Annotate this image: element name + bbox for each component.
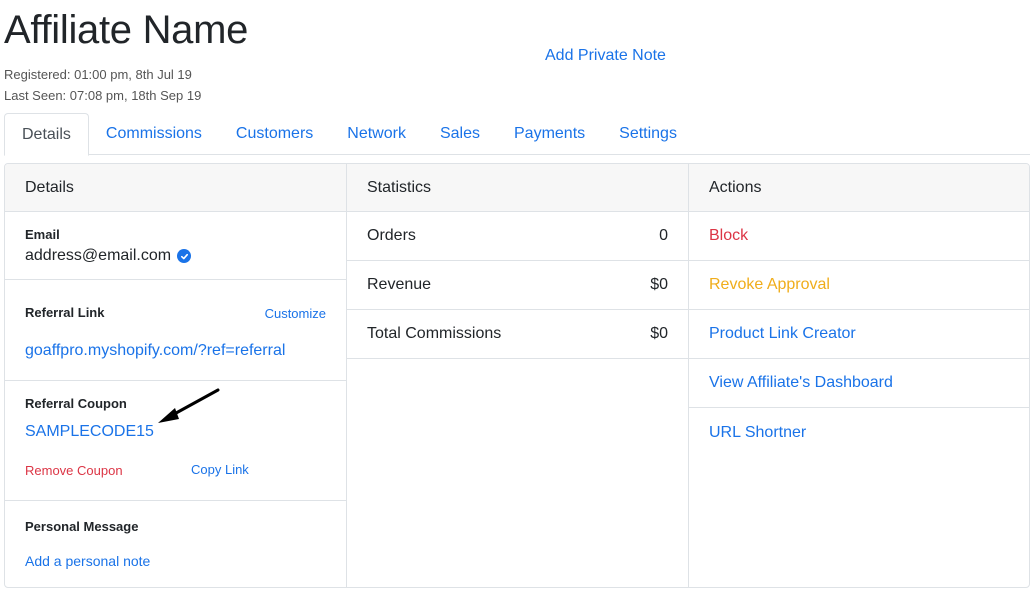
details-heading: Details bbox=[5, 164, 346, 212]
page-title: Affiliate Name bbox=[4, 8, 249, 52]
tab-commissions[interactable]: Commissions bbox=[89, 113, 219, 155]
referral-url-link[interactable]: goaffpro.myshopify.com/?ref=referral bbox=[25, 342, 285, 360]
add-private-note-link[interactable]: Add Private Note bbox=[545, 47, 666, 65]
referral-link-section: Referral Link Customize goaffpro.myshopi… bbox=[5, 280, 346, 381]
email-value-wrap: address@email.com bbox=[25, 247, 192, 265]
check-circle-icon bbox=[177, 249, 192, 263]
registered-text: Registered: 01:00 pm, 8th Jul 19 bbox=[4, 67, 192, 82]
revoke-approval-link[interactable]: Revoke Approval bbox=[709, 276, 830, 294]
remove-coupon-link[interactable]: Remove Coupon bbox=[25, 463, 123, 478]
referral-coupon-label: Referral Coupon bbox=[25, 396, 127, 411]
last-seen-text: Last Seen: 07:08 pm, 18th Sep 19 bbox=[4, 88, 202, 103]
tab-network[interactable]: Network bbox=[330, 113, 423, 155]
email-value: address@email.com bbox=[25, 247, 172, 264]
block-action-link[interactable]: Block bbox=[709, 227, 748, 245]
add-personal-note-link[interactable]: Add a personal note bbox=[25, 553, 150, 569]
personal-message-section: Personal Message Add a personal note bbox=[5, 501, 346, 587]
customize-link[interactable]: Customize bbox=[265, 306, 326, 321]
product-link-creator-link[interactable]: Product Link Creator bbox=[709, 325, 856, 343]
referral-coupon-section: Referral Coupon SAMPLECODE15 Remove Coup… bbox=[5, 381, 346, 501]
referral-link-label: Referral Link bbox=[25, 305, 105, 320]
action-product-link-row: Product Link Creator bbox=[689, 310, 1029, 359]
tab-bar: Details Commissions Customers Network Sa… bbox=[4, 113, 1030, 156]
tab-payments[interactable]: Payments bbox=[497, 113, 602, 155]
statistics-column: Statistics Orders 0 Revenue $0 Total Com… bbox=[347, 164, 689, 587]
statistics-heading: Statistics bbox=[347, 164, 688, 212]
action-url-shortner-row: URL Shortner bbox=[689, 408, 1029, 457]
tab-customers[interactable]: Customers bbox=[219, 113, 330, 155]
tab-details[interactable]: Details bbox=[4, 113, 89, 156]
url-shortner-link[interactable]: URL Shortner bbox=[709, 424, 806, 442]
email-section: Email address@email.com bbox=[5, 212, 346, 280]
stat-row-orders: Orders 0 bbox=[347, 212, 688, 261]
stat-label: Total Commissions bbox=[367, 325, 502, 342]
stat-row-total-commissions: Total Commissions $0 bbox=[347, 310, 688, 359]
actions-heading: Actions bbox=[689, 164, 1029, 212]
stat-label: Revenue bbox=[367, 276, 432, 293]
arrow-annotation-icon bbox=[158, 388, 220, 423]
action-dashboard-row: View Affiliate's Dashboard bbox=[689, 359, 1029, 408]
email-label: Email bbox=[25, 227, 60, 242]
tab-sales[interactable]: Sales bbox=[423, 113, 497, 155]
affiliate-details-card: Details Email address@email.com Referral… bbox=[4, 163, 1030, 588]
stat-value: $0 bbox=[650, 276, 668, 293]
coupon-code-link[interactable]: SAMPLECODE15 bbox=[25, 423, 154, 441]
stat-label: Orders bbox=[367, 227, 416, 244]
stat-value: 0 bbox=[659, 227, 668, 244]
view-dashboard-link[interactable]: View Affiliate's Dashboard bbox=[709, 374, 893, 392]
stat-row-revenue: Revenue $0 bbox=[347, 261, 688, 310]
copy-link-button[interactable]: Copy Link bbox=[191, 462, 249, 477]
action-block-row: Block bbox=[689, 212, 1029, 261]
actions-column: Actions Block Revoke Approval Product Li… bbox=[689, 164, 1029, 587]
stat-value: $0 bbox=[650, 325, 668, 342]
action-revoke-row: Revoke Approval bbox=[689, 261, 1029, 310]
tab-settings[interactable]: Settings bbox=[602, 113, 694, 155]
personal-message-label: Personal Message bbox=[25, 519, 139, 534]
details-column: Details Email address@email.com Referral… bbox=[5, 164, 347, 587]
